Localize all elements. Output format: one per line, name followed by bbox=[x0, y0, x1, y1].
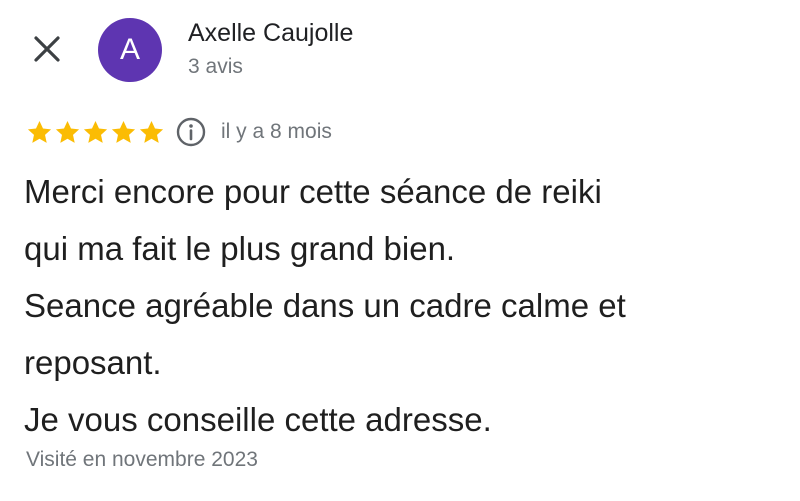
review-text: Merci encore pour cette séance de reiki … bbox=[24, 163, 794, 448]
star-icon bbox=[82, 119, 109, 146]
close-button[interactable] bbox=[28, 30, 68, 70]
star-icon bbox=[110, 119, 137, 146]
review-line: Seance agréable dans un cadre calme et bbox=[24, 287, 626, 324]
close-icon bbox=[34, 36, 60, 62]
review-line: reposant. bbox=[24, 344, 162, 381]
review-line: qui ma fait le plus grand bien. bbox=[24, 230, 456, 267]
rating-row: il y a 8 mois bbox=[26, 117, 332, 147]
info-icon[interactable] bbox=[175, 116, 207, 148]
author-name[interactable]: Axelle Caujolle bbox=[188, 18, 353, 48]
review-line: Merci encore pour cette séance de reiki bbox=[24, 173, 602, 210]
visit-date: Visité en novembre 2023 bbox=[26, 448, 258, 471]
star-icon bbox=[138, 119, 165, 146]
review-time: il y a 8 mois bbox=[221, 120, 332, 143]
review-count: 3 avis bbox=[188, 55, 243, 78]
review-line: Je vous conseille cette adresse. bbox=[24, 401, 492, 438]
star-icon bbox=[54, 119, 81, 146]
star-rating bbox=[26, 119, 166, 146]
star-icon bbox=[26, 119, 53, 146]
avatar[interactable]: A bbox=[98, 18, 162, 82]
